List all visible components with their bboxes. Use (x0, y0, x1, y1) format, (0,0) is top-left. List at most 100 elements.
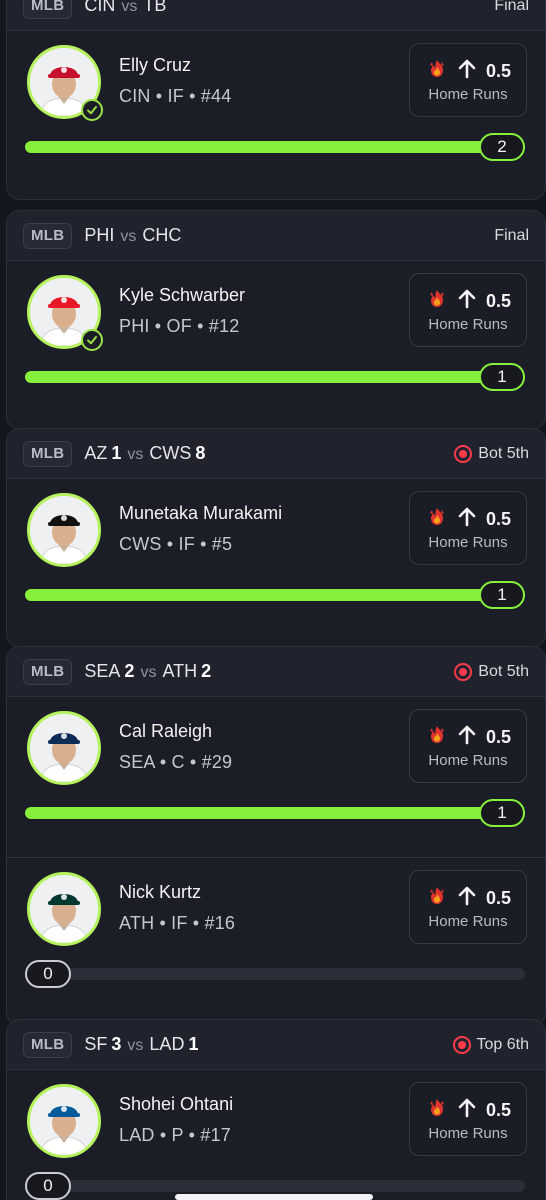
player-name[interactable]: Shohei Ohtani (119, 1094, 233, 1115)
home-team: PHI (84, 225, 115, 245)
avatar[interactable] (27, 493, 101, 567)
away-score: 1 (188, 1034, 199, 1054)
avatar[interactable] (27, 45, 103, 121)
flame-icon (426, 58, 448, 85)
game-card[interactable]: MLB PHI vs CHC Final Kyle Schwarber PHI • OF •… (6, 210, 546, 430)
prop-line-row: 0.5 (426, 724, 511, 751)
game-status: Final (494, 211, 529, 261)
player-name[interactable]: Cal Raleigh (119, 721, 212, 742)
progress-fill (25, 371, 525, 383)
prop-box[interactable]: 0.5 Home Runs (409, 43, 527, 117)
game-card[interactable]: MLB CIN vs TB Final Elly Cruz CIN • IF • #44 0.… (6, 0, 546, 200)
prop-line-row: 0.5 (426, 1097, 511, 1124)
avatar[interactable] (27, 872, 101, 946)
dodgers-cap-icon (27, 1084, 101, 1158)
arrow-up-icon (458, 289, 476, 314)
prop-line-row: 0.5 (426, 885, 511, 912)
prop-line-value: 0.5 (486, 61, 512, 81)
player-row[interactable]: Cal Raleigh SEA • C • #29 0.5 Home Runs 1 (7, 697, 545, 857)
flame-icon (426, 724, 448, 751)
game-header: MLB SF 3 vs LAD 1 Top 6th (7, 1020, 545, 1070)
vs-label: vs (140, 664, 157, 681)
away-score: 2 (201, 661, 212, 681)
away-team: TB (143, 0, 167, 15)
game-card[interactable]: MLB AZ 1 vs CWS 8 Bot 5th Munetaka Murakami CWS … (6, 428, 546, 648)
matchup: CIN vs TB (84, 0, 166, 16)
arrow-up-icon (458, 1098, 476, 1123)
player-meta: SEA • C • #29 (119, 752, 233, 772)
player-row[interactable]: Munetaka Murakami CWS • IF • #5 0.5 Home Ru… (7, 479, 545, 639)
league-badge: MLB (23, 440, 73, 467)
prop-line-value: 0.5 (486, 1100, 512, 1120)
away-team: CWS (149, 443, 192, 463)
prop-box[interactable]: 0.5 Home Runs (409, 870, 527, 944)
game-card[interactable]: MLB SF 3 vs LAD 1 Top 6th Shohei Ohtani LAD • P … (6, 1019, 546, 1200)
check-icon (81, 329, 103, 351)
prop-line-row: 0.5 (426, 288, 511, 315)
home-score: 2 (124, 661, 135, 681)
flame-icon (426, 506, 448, 533)
vs-label: vs (121, 0, 138, 15)
avatar[interactable] (27, 711, 101, 785)
home-team: SF (84, 1034, 108, 1054)
progress-bar: 0 (25, 1172, 525, 1200)
game-header: MLB SEA 2 vs ATH 2 Bot 5th (7, 647, 545, 697)
live-dot-icon (454, 663, 473, 681)
prop-box[interactable]: 0.5 Home Runs (409, 273, 527, 347)
progress-bar: 1 (25, 581, 525, 609)
game-status: Bot 5th (454, 647, 529, 697)
player-name[interactable]: Nick Kurtz (119, 882, 201, 903)
game-status-label: Top 6th (476, 1036, 529, 1053)
progress-bar: 1 (25, 799, 525, 827)
avatar[interactable] (27, 275, 103, 351)
player-name[interactable]: Munetaka Murakami (119, 503, 282, 524)
progress-value-pill: 1 (479, 363, 525, 391)
league-badge: MLB (23, 0, 73, 19)
game-header: MLB PHI vs CHC Final (7, 211, 545, 261)
prop-line-value: 0.5 (486, 888, 512, 908)
home-score: 1 (111, 443, 122, 463)
league-badge: MLB (23, 222, 73, 249)
player-row[interactable]: Elly Cruz CIN • IF • #44 0.5 Home Runs 2 (7, 31, 545, 191)
game-header: MLB CIN vs TB Final (7, 0, 545, 31)
player-name[interactable]: Elly Cruz (119, 55, 191, 76)
home-team: CIN (84, 0, 116, 15)
prop-box[interactable]: 0.5 Home Runs (409, 491, 527, 565)
prop-line-value: 0.5 (486, 291, 512, 311)
player-name[interactable]: Kyle Schwarber (119, 285, 245, 306)
player-meta: ATH • IF • #16 (119, 913, 236, 933)
progress-value-pill: 2 (479, 133, 525, 161)
matchup: SEA 2 vs ATH 2 (84, 661, 211, 682)
game-status-label: Bot 5th (478, 663, 529, 680)
league-badge: MLB (23, 658, 73, 685)
prop-box[interactable]: 0.5 Home Runs (409, 709, 527, 783)
progress-value-pill: 0 (25, 1172, 71, 1200)
game-card[interactable]: MLB SEA 2 vs ATH 2 Bot 5th Cal Raleigh SEA • C •… (6, 646, 546, 1026)
avatar[interactable] (27, 1084, 101, 1158)
flame-icon (426, 1097, 448, 1124)
arrow-up-icon (458, 886, 476, 911)
player-meta: CIN • IF • #44 (119, 86, 232, 106)
player-row[interactable]: Kyle Schwarber PHI • OF • #12 0.5 Home Runs… (7, 261, 545, 421)
home-team: SEA (84, 661, 121, 681)
home-team: AZ (84, 443, 108, 463)
prop-stat-label: Home Runs (428, 1125, 508, 1142)
game-status-label: Final (494, 227, 529, 244)
game-status: Bot 5th (454, 429, 529, 479)
league-badge: MLB (23, 1031, 73, 1058)
prop-stat-label: Home Runs (428, 86, 508, 103)
home-score: 3 (111, 1034, 122, 1054)
arrow-up-icon (458, 59, 476, 84)
player-row[interactable]: Nick Kurtz ATH • IF • #16 0.5 Home Runs 0 (7, 857, 545, 1017)
prop-line-value: 0.5 (486, 509, 512, 529)
live-dot-icon (452, 1036, 471, 1054)
progress-fill (25, 141, 525, 153)
prop-line-row: 0.5 (426, 58, 511, 85)
check-icon (81, 99, 103, 121)
prop-stat-label: Home Runs (428, 913, 508, 930)
prop-stat-label: Home Runs (428, 534, 508, 551)
live-dot-icon (454, 445, 473, 463)
player-row[interactable]: Shohei Ohtani LAD • P • #17 0.5 Home Runs 0 (7, 1070, 545, 1200)
prop-box[interactable]: 0.5 Home Runs (409, 1082, 527, 1156)
athletics-cap-icon (27, 872, 101, 946)
